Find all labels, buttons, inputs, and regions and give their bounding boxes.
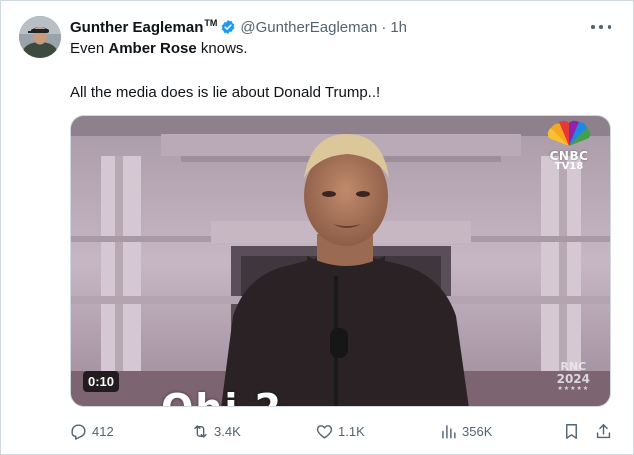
reply-icon [71,423,86,440]
tweet-text-suffix: knows. [196,40,248,57]
repost-count: 3.4K [214,423,241,439]
author-name[interactable]: Gunther EaglemanTM [70,18,217,36]
video-caption-partial: Ohi 2 [161,386,283,406]
reply-button[interactable]: 412 [69,421,114,441]
reply-count: 412 [92,423,114,439]
avatar[interactable] [19,16,61,58]
more-options-icon[interactable] [591,18,611,36]
like-button[interactable]: 1.1K [315,421,365,441]
tweet-text-line-2: All the media does is lie about Donald T… [70,84,381,101]
tweet-header: Gunther EaglemanTM @GuntherEagleman · 1h [70,16,407,38]
tweet-text-line-1: Even Amber Rose knows. [70,39,248,59]
share-icon [596,423,611,438]
tv18-logo-text: TV18 [554,161,584,172]
cnbc-tv18-logo: CNBC TV18 [540,120,598,172]
like-count: 1.1K [338,423,365,439]
tweet-text-prefix: Even [70,40,109,57]
rnc-logo-year: 2024 [556,372,590,386]
peacock-logo-icon [547,120,591,146]
separator-dot: · [381,18,387,36]
verified-badge-icon [222,20,235,34]
tweet-card[interactable]: Gunther EaglemanTM @GuntherEagleman · 1h… [0,0,634,455]
share-button[interactable] [594,421,613,441]
bookmark-button[interactable] [562,421,581,441]
author-name-suffix: TM [204,18,218,28]
tweet-text-bold: Amber Rose [108,40,197,57]
video-duration-badge: 0:10 [83,371,120,392]
tweet-actions-bar: 412 3.4K 1.1K 356K [69,421,615,441]
author-name-text[interactable]: Gunther Eagleman [70,19,203,36]
views-icon [442,424,456,439]
repost-button[interactable]: 3.4K [191,421,241,441]
repost-icon [194,424,207,438]
rnc-2024-logo: RNC 2024 ★★★★★ [556,361,590,393]
video-player[interactable]: CNBC TV18 RNC 2024 ★★★★★ Ohi 2 0:10 [70,115,611,407]
bookmark-icon [566,423,577,439]
rnc-logo-stars: ★★★★★ [557,385,590,392]
avatar-photo [19,16,61,58]
video-thumbnail [71,116,610,406]
views-count: 356K [462,423,493,439]
views-button[interactable]: 356K [439,421,492,441]
like-icon [316,424,333,439]
author-handle[interactable]: @GuntherEagleman [240,19,377,36]
timestamp[interactable]: 1h [390,19,407,36]
